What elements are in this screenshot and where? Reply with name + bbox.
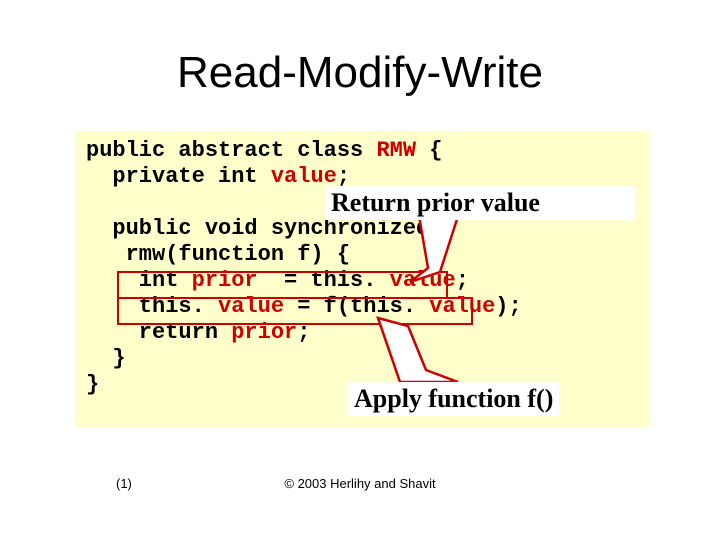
t: ); <box>495 294 521 319</box>
callout-apply-function: Apply function f() <box>348 382 559 416</box>
t: } <box>86 372 99 397</box>
t: RMW <box>376 138 416 163</box>
slide: Read-Modify-Write public abstract class … <box>0 0 720 540</box>
t: rmw(function f) { <box>86 242 350 267</box>
copyright: © 2003 Herlihy and Shavit <box>0 476 720 491</box>
t: } <box>86 346 126 371</box>
callout-return-prior: Return prior value <box>325 186 635 220</box>
t: { <box>416 138 442 163</box>
slide-title: Read-Modify-Write <box>0 48 720 98</box>
pointer-arrow-return <box>370 210 490 290</box>
t: public abstract class <box>86 138 376 163</box>
t: private int <box>86 164 271 189</box>
